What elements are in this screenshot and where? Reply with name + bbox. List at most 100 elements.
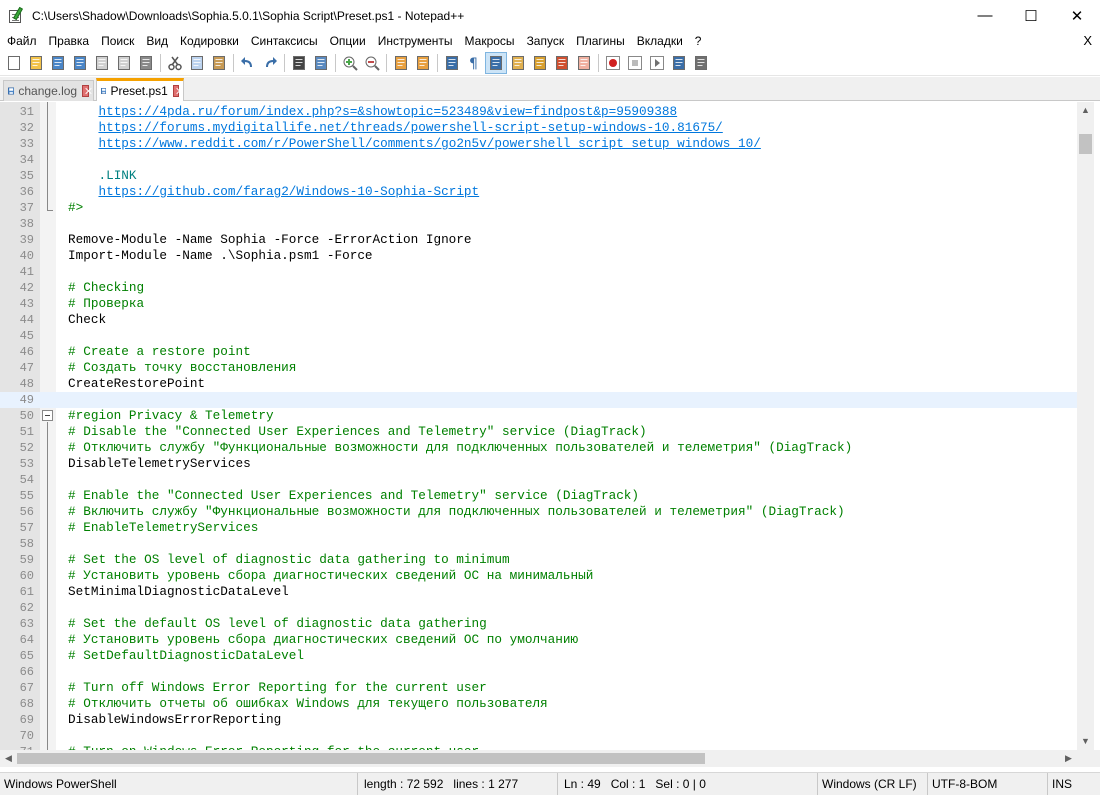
- code-line[interactable]: 45: [0, 328, 1080, 344]
- monitoring-button[interactable]: [573, 52, 595, 74]
- code-line[interactable]: 44 Check: [0, 312, 1080, 328]
- code-line[interactable]: 33 https://www.reddit.com/r/PowerShell/c…: [0, 136, 1080, 152]
- open-file-button[interactable]: [25, 52, 47, 74]
- code-line[interactable]: 46 # Create a restore point: [0, 344, 1080, 360]
- code-line[interactable]: 41: [0, 264, 1080, 280]
- close-tab-icon[interactable]: [82, 85, 89, 97]
- code-line[interactable]: 54: [0, 472, 1080, 488]
- code-line[interactable]: 42 # Checking: [0, 280, 1080, 296]
- stop-macro-button[interactable]: [624, 52, 646, 74]
- code-line[interactable]: 32 https://forums.mydigitallife.net/thre…: [0, 120, 1080, 136]
- code-line[interactable]: 61 SetMinimalDiagnosticDataLevel: [0, 584, 1080, 600]
- menu-item-4[interactable]: Кодировки: [174, 31, 245, 51]
- code-line[interactable]: 39 Remove-Module -Name Sophia -Force -Err…: [0, 232, 1080, 248]
- vertical-scrollbar[interactable]: ▲ ▼: [1077, 102, 1094, 750]
- indent-guide-button[interactable]: [485, 52, 507, 74]
- doc-map-button[interactable]: [507, 52, 529, 74]
- status-eol[interactable]: Windows (CR LF): [818, 773, 928, 795]
- code-line[interactable]: 64 # Установить уровень сбора диагностиче…: [0, 632, 1080, 648]
- menu-item-12[interactable]: ?: [689, 31, 708, 51]
- tab-change-log[interactable]: change.log: [3, 80, 94, 101]
- code-line[interactable]: 52 # Отключить службу "Функциональные воз…: [0, 440, 1080, 456]
- close-tab-icon[interactable]: [172, 85, 179, 97]
- folder-workspace-button[interactable]: [551, 52, 573, 74]
- code-line[interactable]: 35 .LINK: [0, 168, 1080, 184]
- menu-item-2[interactable]: Поиск: [95, 31, 140, 51]
- menu-item-3[interactable]: Вид: [140, 31, 174, 51]
- scroll-left-icon[interactable]: ◀: [0, 750, 17, 767]
- code-line[interactable]: 60 # Установить уровень сбора диагностиче…: [0, 568, 1080, 584]
- code-line[interactable]: 57 # EnableTelemetryServices: [0, 520, 1080, 536]
- word-wrap-button[interactable]: [441, 52, 463, 74]
- maximize-button[interactable]: ☐: [1008, 0, 1054, 31]
- menu-item-6[interactable]: Опции: [324, 31, 372, 51]
- horizontal-scroll-thumb[interactable]: [17, 753, 705, 764]
- code-line[interactable]: 69 DisableWindowsErrorReporting: [0, 712, 1080, 728]
- code-line[interactable]: 66: [0, 664, 1080, 680]
- redo-button[interactable]: [259, 52, 281, 74]
- run-macro-multiple-button[interactable]: [668, 52, 690, 74]
- code-line[interactable]: 70: [0, 728, 1080, 744]
- menu-item-7[interactable]: Инструменты: [372, 31, 459, 51]
- close-button[interactable]: ✕: [1054, 0, 1100, 31]
- tab-preset-ps1[interactable]: Preset.ps1: [96, 78, 184, 101]
- code-line[interactable]: 47 # Создать точку восстановления: [0, 360, 1080, 376]
- function-list-button[interactable]: [529, 52, 551, 74]
- menu-item-10[interactable]: Плагины: [570, 31, 631, 51]
- code-line[interactable]: 55 # Enable the "Connected User Experienc…: [0, 488, 1080, 504]
- code-line[interactable]: 58: [0, 536, 1080, 552]
- text-editor[interactable]: 31 https://4pda.ru/forum/index.php?s=&sh…: [0, 102, 1100, 750]
- menu-item-5[interactable]: Синтаксисы: [245, 31, 324, 51]
- print-button[interactable]: [135, 52, 157, 74]
- code-line[interactable]: 59 # Set the OS level of diagnostic data …: [0, 552, 1080, 568]
- play-macro-button[interactable]: [646, 52, 668, 74]
- scroll-up-icon[interactable]: ▲: [1077, 102, 1094, 119]
- scroll-down-icon[interactable]: ▼: [1077, 733, 1094, 750]
- menu-item-1[interactable]: Правка: [43, 31, 96, 51]
- code-line[interactable]: 68 # Отключить отчеты об ошибках Windows …: [0, 696, 1080, 712]
- minimize-button[interactable]: —: [962, 0, 1008, 31]
- code-line[interactable]: 53 DisableTelemetryServices: [0, 456, 1080, 472]
- current-line[interactable]: 49: [0, 392, 1080, 408]
- paste-button[interactable]: [208, 52, 230, 74]
- code-line[interactable]: 43 # Проверка: [0, 296, 1080, 312]
- menu-item-9[interactable]: Запуск: [521, 31, 571, 51]
- code-line[interactable]: 34: [0, 152, 1080, 168]
- menu-item-11[interactable]: Вкладки: [631, 31, 689, 51]
- horizontal-scrollbar[interactable]: ◀ ▶: [0, 750, 1077, 767]
- replace-button[interactable]: [310, 52, 332, 74]
- close-button[interactable]: [91, 52, 113, 74]
- sync-vertical-button[interactable]: [390, 52, 412, 74]
- sync-horizontal-button[interactable]: [412, 52, 434, 74]
- code-link[interactable]: https://github.com/farag2/Windows-10-Sop…: [98, 184, 479, 199]
- save-button[interactable]: [47, 52, 69, 74]
- zoom-in-button[interactable]: [339, 52, 361, 74]
- vertical-scroll-thumb[interactable]: [1079, 134, 1092, 154]
- close-document-button[interactable]: X: [1083, 31, 1092, 51]
- code-link[interactable]: https://forums.mydigitallife.net/threads…: [98, 120, 722, 135]
- code-line[interactable]: 48 CreateRestorePoint: [0, 376, 1080, 392]
- find-button[interactable]: [288, 52, 310, 74]
- code-line[interactable]: 67 # Turn off Windows Error Reporting for…: [0, 680, 1080, 696]
- close-all-button[interactable]: [113, 52, 135, 74]
- code-line[interactable]: 38: [0, 216, 1080, 232]
- code-line[interactable]: 31 https://4pda.ru/forum/index.php?s=&sh…: [0, 104, 1080, 120]
- zoom-out-button[interactable]: [361, 52, 383, 74]
- code-line[interactable]: 65 # SetDefaultDiagnosticDataLevel: [0, 648, 1080, 664]
- menu-item-0[interactable]: Файл: [0, 31, 43, 51]
- record-macro-button[interactable]: [602, 52, 624, 74]
- code-line[interactable]: 56 # Включить службу "Функциональные возм…: [0, 504, 1080, 520]
- save-macro-button[interactable]: [690, 52, 712, 74]
- code-link[interactable]: https://4pda.ru/forum/index.php?s=&showt…: [98, 104, 677, 119]
- code-line[interactable]: 51 # Disable the "Connected User Experien…: [0, 424, 1080, 440]
- code-line[interactable]: 37 #>: [0, 200, 1080, 216]
- menu-item-8[interactable]: Макросы: [459, 31, 521, 51]
- code-line[interactable]: 63 # Set the default OS level of diagnost…: [0, 616, 1080, 632]
- undo-button[interactable]: [237, 52, 259, 74]
- new-file-button[interactable]: [3, 52, 25, 74]
- code-line[interactable]: 50 #region Privacy & Telemetry: [0, 408, 1080, 424]
- code-line[interactable]: 36 https://github.com/farag2/Windows-10-…: [0, 184, 1080, 200]
- code-line[interactable]: 62: [0, 600, 1080, 616]
- show-all-chars-button[interactable]: ¶: [463, 52, 485, 74]
- scroll-right-icon[interactable]: ▶: [1060, 750, 1077, 767]
